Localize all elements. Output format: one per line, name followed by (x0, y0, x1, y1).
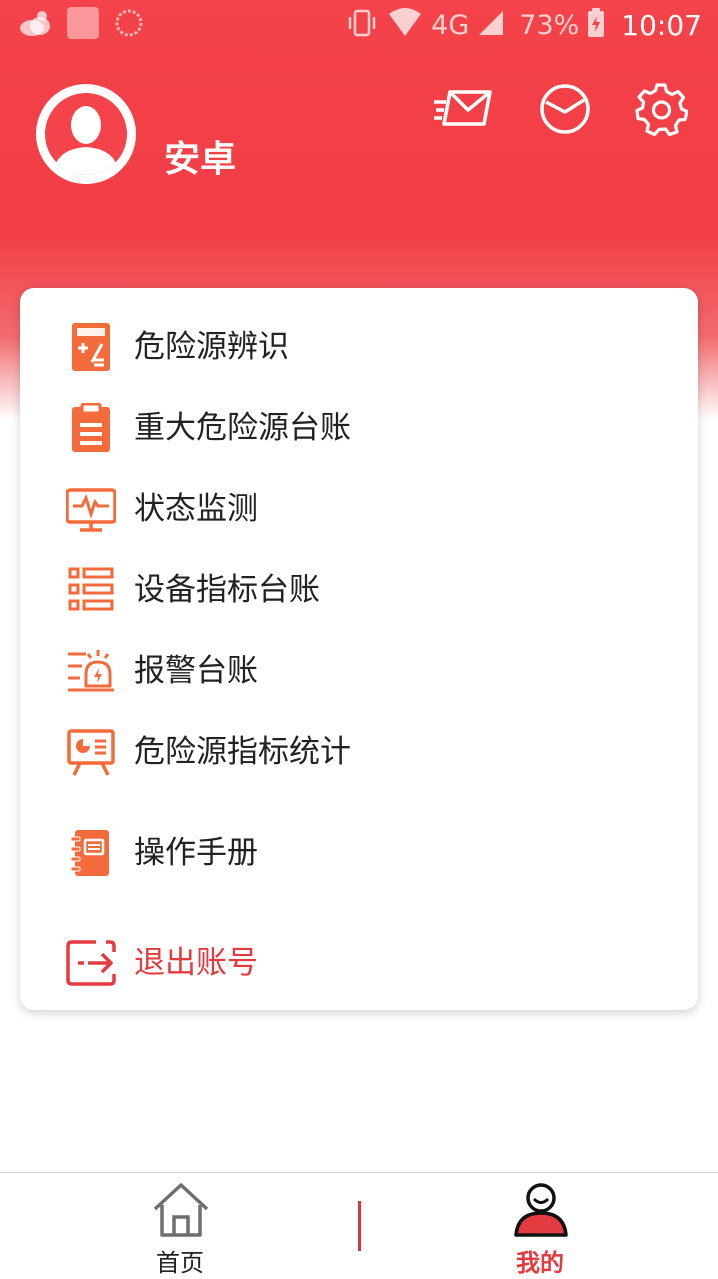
logout-icon (66, 938, 116, 988)
clock-time: 10:07 (621, 8, 702, 42)
home-icon (152, 1181, 210, 1239)
menu-item-operation-manual[interactable]: 操作手册 (20, 818, 698, 888)
logout-label: 退出账号 (134, 945, 258, 981)
app-notification-icon (66, 6, 100, 44)
user-silhouette-icon (53, 106, 119, 175)
network-type: 4G (431, 9, 470, 41)
alarm-light-icon (66, 646, 116, 696)
menu-item-label: 操作手册 (134, 835, 258, 871)
menu-item-label: 状态监测 (134, 491, 258, 527)
menu-item-major-hazard-ledger[interactable]: 重大危险源台账 (20, 393, 698, 463)
settings-icon[interactable] (634, 82, 689, 137)
menu-item-status-monitoring[interactable]: 状态监测 (20, 474, 698, 544)
menu-item-hazard-statistics[interactable]: 危险源指标统计 (20, 717, 698, 787)
bottom-nav: 首页 我的 (0, 1172, 718, 1279)
status-bar: 4G 73% 10:07 (0, 0, 718, 50)
clock-icon[interactable] (538, 82, 592, 136)
vibrate-icon (345, 8, 379, 42)
list-icon (66, 565, 116, 615)
calculator-icon (66, 322, 116, 372)
menu-item-equipment-index-ledger[interactable]: 设备指标台账 (20, 555, 698, 625)
username: 安卓 (164, 139, 237, 180)
nav-label-mine: 我的 (516, 1249, 564, 1277)
presentation-chart-icon (66, 727, 116, 777)
battery-icon (587, 8, 605, 42)
nav-divider (358, 1201, 361, 1251)
avatar[interactable] (36, 84, 136, 184)
nav-tab-mine[interactable]: 我的 (440, 1173, 640, 1279)
notebook-icon (66, 828, 116, 878)
nav-tab-home[interactable]: 首页 (80, 1173, 280, 1279)
menu-item-hazard-identification[interactable]: 危险源辨识 (20, 312, 698, 382)
menu-item-alarm-ledger[interactable]: 报警台账 (20, 636, 698, 706)
person-icon (512, 1181, 570, 1239)
signal-icon (477, 9, 505, 41)
menu-card: 危险源辨识 重大危险源台账 状态监测 设备指标台账 报警台账 危险源指标统计 操… (20, 288, 698, 1010)
clipboard-icon (66, 402, 116, 453)
menu-item-label: 重大危险源台账 (134, 410, 351, 446)
monitor-pulse-icon (65, 484, 117, 534)
message-icon[interactable] (434, 82, 492, 136)
menu-item-label: 危险源指标统计 (134, 734, 351, 770)
menu-item-label: 报警台账 (134, 653, 258, 689)
menu-item-label: 危险源辨识 (134, 329, 289, 365)
nav-label-home: 首页 (156, 1249, 204, 1277)
sync-icon (114, 8, 144, 42)
battery-percent: 73% (519, 9, 580, 41)
menu-item-label: 设备指标台账 (134, 572, 320, 608)
logout-button[interactable]: 退出账号 (20, 928, 698, 998)
wifi-icon (387, 8, 423, 42)
weather-icon (18, 8, 52, 42)
